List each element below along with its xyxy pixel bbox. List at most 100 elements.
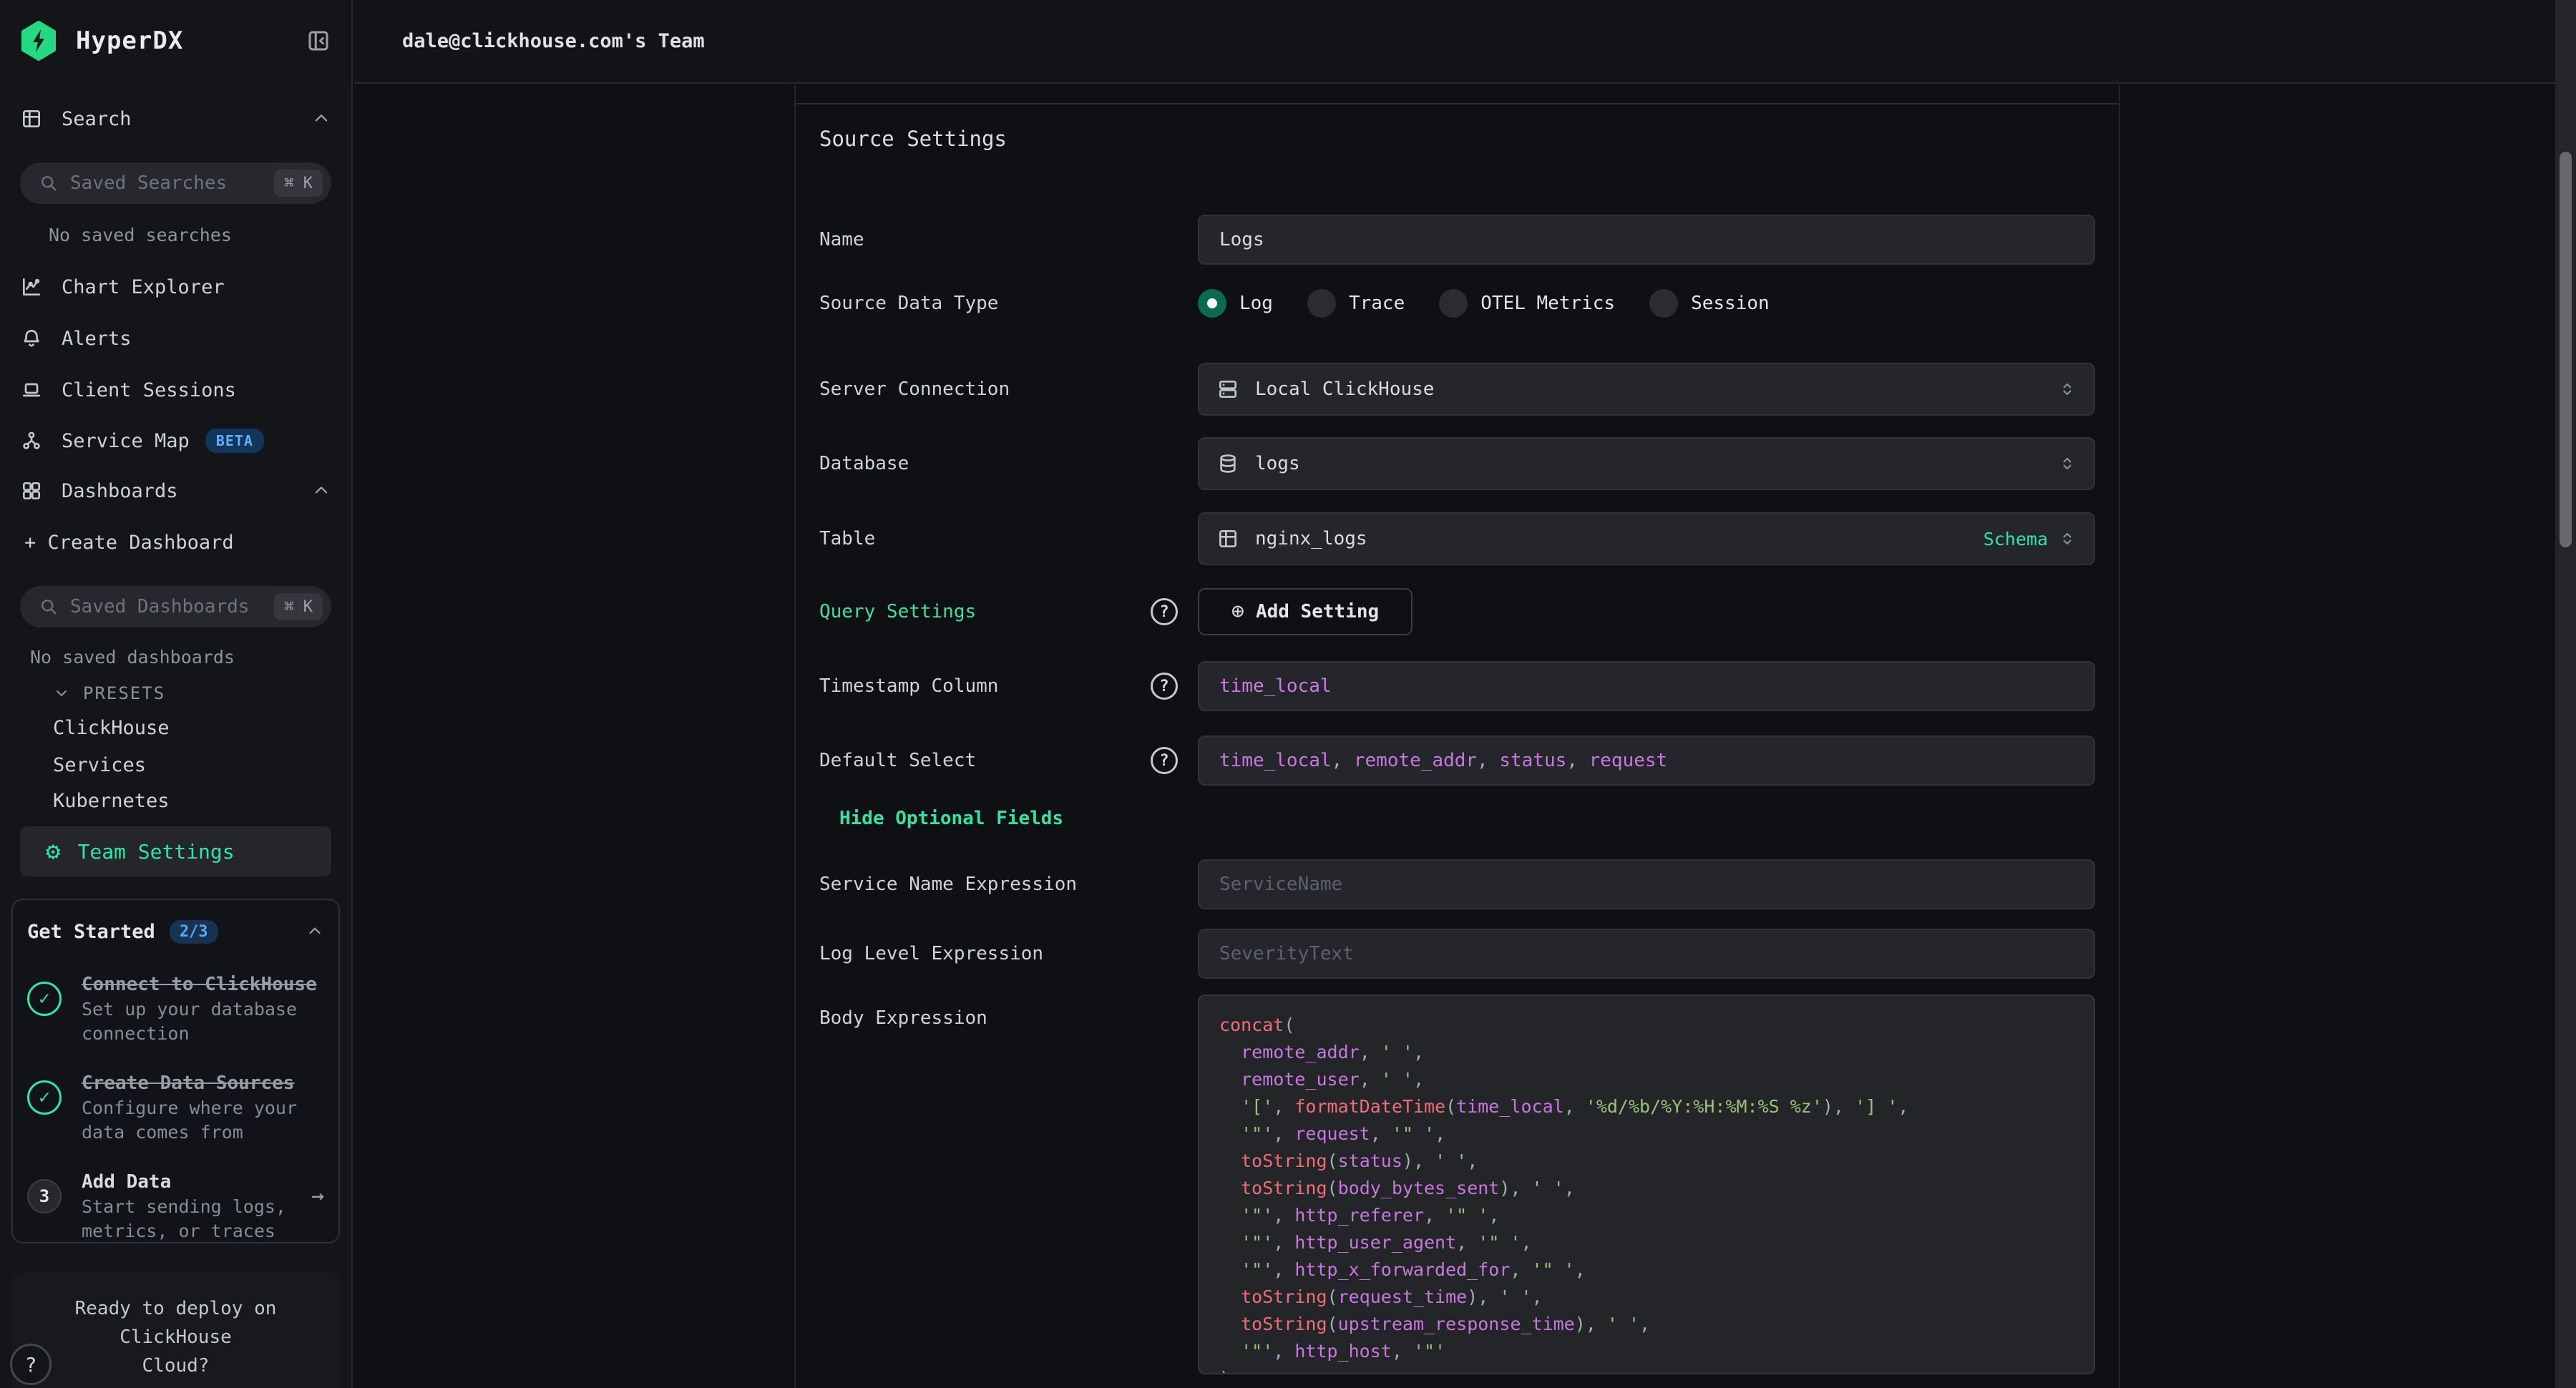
sidebar-item-search[interactable]: Search	[20, 104, 331, 134]
saved-searches-input[interactable]: Saved Searches ⌘ K	[20, 162, 331, 204]
alerts-label: Alerts	[62, 328, 132, 350]
laptop-icon	[20, 378, 43, 401]
selector-chevrons-icon	[2058, 529, 2077, 548]
radio-circle-icon	[1649, 289, 1678, 318]
get-started-step-2[interactable]: ✓ Create Data Sources Configure where yo…	[27, 1070, 324, 1145]
database-select[interactable]: logs	[1198, 437, 2095, 490]
step-desc: Set up your database connection	[82, 997, 303, 1046]
radio-trace[interactable]: Trace	[1307, 289, 1405, 318]
cloud-promo-line1: Ready to deploy on ClickHouse	[29, 1294, 323, 1352]
cloud-promo-line2: Cloud?	[29, 1352, 323, 1380]
radio-trace-label: Trace	[1349, 293, 1405, 314]
name-value: Logs	[1219, 229, 1264, 250]
create-dashboard-button[interactable]: + Create Dashboard	[20, 528, 331, 557]
default-select-input[interactable]: time_local, remote_addr, status, request	[1198, 735, 2095, 786]
log-level-label: Log Level Expression	[819, 943, 1043, 964]
scrollbar-track[interactable]	[2555, 0, 2576, 1388]
get-started-step-1[interactable]: ✓ Connect to ClickHouse Set up your data…	[27, 972, 324, 1046]
saved-searches-placeholder: Saved Searches	[70, 172, 274, 194]
no-saved-searches-text: No saved searches	[20, 224, 331, 247]
chevron-down-icon	[53, 685, 70, 702]
preset-item-kubernetes[interactable]: Kubernetes	[20, 789, 331, 813]
server-connection-row: Server Connection Local ClickHouse	[819, 363, 2095, 416]
hide-optional-fields-link[interactable]: Hide Optional Fields	[819, 808, 2095, 829]
hyperdx-logo-icon	[20, 21, 57, 61]
database-icon	[1216, 452, 1239, 475]
radio-otel-metrics[interactable]: OTEL Metrics	[1439, 289, 1615, 318]
default-select-row: Default Select ? time_local, remote_addr…	[819, 735, 2095, 786]
source-settings-card: Source Settings Name Logs Source Data Ty…	[794, 85, 2120, 1388]
dashboards-icon	[20, 479, 43, 502]
log-level-row: Log Level Expression SeverityText	[819, 929, 2095, 979]
name-input[interactable]: Logs	[1198, 215, 2095, 265]
step-desc: Configure where your data comes from	[82, 1096, 303, 1145]
timestamp-column-input[interactable]: time_local	[1198, 661, 2095, 711]
topbar: dale@clickhouse.com's Team	[354, 0, 2555, 84]
help-button[interactable]: ?	[10, 1344, 52, 1385]
service-name-input[interactable]: ServiceName	[1198, 859, 2095, 909]
help-icon[interactable]: ?	[1151, 673, 1178, 700]
hide-optional-row: Hide Optional Fields	[819, 808, 2095, 829]
table-row: Table nginx_logs Schema	[819, 512, 2095, 565]
add-setting-button[interactable]: ⊕ Add Setting	[1198, 588, 1413, 635]
check-circle-icon: ✓	[27, 982, 62, 1016]
add-setting-label: Add Setting	[1256, 601, 1379, 622]
server-icon	[1216, 378, 1239, 401]
page-title: Source Settings	[819, 126, 2095, 152]
chart-explorer-label: Chart Explorer	[62, 276, 225, 298]
table-select[interactable]: nginx_logs Schema	[1198, 512, 2095, 565]
preset-item-services[interactable]: Services	[20, 753, 331, 778]
schema-link[interactable]: Schema	[1984, 529, 2048, 549]
sidebar: HyperDX Search Saved Searches ⌘ K No sav…	[0, 0, 353, 1388]
sidebar-item-chart-explorer[interactable]: Chart Explorer	[20, 273, 331, 301]
query-settings-row: Query Settings ? ⊕ Add Setting	[819, 588, 2095, 635]
body-expression-row: Body Expression concat( remote_addr, ' '…	[819, 994, 2095, 1374]
body-expression-editor[interactable]: concat( remote_addr, ' ', remote_user, '…	[1198, 994, 2095, 1374]
magnifier-icon	[39, 597, 59, 617]
radio-log[interactable]: Log	[1198, 289, 1273, 318]
sidebar-item-client-sessions[interactable]: Client Sessions	[20, 376, 331, 404]
sidebar-item-service-map[interactable]: Service Map BETA	[20, 426, 331, 455]
service-name-placeholder: ServiceName	[1219, 874, 1342, 895]
radio-session[interactable]: Session	[1649, 289, 1770, 318]
gear-icon: ⚙	[46, 839, 60, 864]
source-data-type-label: Source Data Type	[819, 293, 998, 314]
database-value: logs	[1255, 453, 2058, 474]
sidebar-item-alerts[interactable]: Alerts	[20, 324, 331, 353]
saved-dashboards-input[interactable]: Saved Dashboards ⌘ K	[20, 586, 331, 627]
server-connection-select[interactable]: Local ClickHouse	[1198, 363, 2095, 416]
presets-toggle[interactable]: PRESETS	[20, 682, 331, 705]
source-data-type-radio-group: Log Trace OTEL Metrics Session	[1198, 288, 2095, 319]
log-level-input[interactable]: SeverityText	[1198, 929, 2095, 979]
get-started-step-3[interactable]: 3 Add Data Start sending logs, metrics, …	[27, 1169, 324, 1243]
radio-circle-icon	[1439, 289, 1468, 318]
radio-circle-icon	[1198, 289, 1226, 318]
brand-row: HyperDX	[20, 21, 331, 60]
main-content: Source Settings Name Logs Source Data Ty…	[354, 85, 2555, 1388]
step-title: Connect to ClickHouse	[82, 972, 324, 997]
radio-circle-icon	[1307, 289, 1336, 318]
dashboards-label: Dashboards	[62, 480, 178, 502]
timestamp-column-label: Timestamp Column	[819, 675, 998, 697]
name-row: Name Logs	[819, 215, 2095, 265]
sidebar-item-team-settings[interactable]: ⚙ Team Settings	[20, 826, 331, 876]
log-level-placeholder: SeverityText	[1219, 943, 1354, 964]
brand-name: HyperDX	[76, 26, 183, 55]
chevron-up-icon[interactable]	[311, 481, 331, 501]
query-settings-label: Query Settings	[819, 601, 976, 622]
sidebar-item-dashboards[interactable]: Dashboards	[20, 476, 331, 505]
help-icon[interactable]: ?	[1151, 598, 1178, 625]
sidebar-collapse-icon[interactable]	[306, 28, 331, 54]
chevron-up-icon[interactable]	[306, 922, 324, 941]
selector-chevrons-icon	[2058, 454, 2077, 473]
chevron-up-icon[interactable]	[311, 109, 331, 129]
arrow-right-icon: →	[311, 1183, 324, 1243]
help-icon[interactable]: ?	[1151, 747, 1178, 774]
scrollbar-thumb[interactable]	[2560, 152, 2572, 547]
preset-item-clickhouse[interactable]: ClickHouse	[20, 716, 331, 741]
team-title: dale@clickhouse.com's Team	[402, 30, 705, 52]
table-value: nginx_logs	[1255, 528, 1984, 549]
service-name-row: Service Name Expression ServiceName	[819, 859, 2095, 909]
step-title: Create Data Sources	[82, 1070, 324, 1096]
radio-log-label: Log	[1239, 293, 1273, 314]
